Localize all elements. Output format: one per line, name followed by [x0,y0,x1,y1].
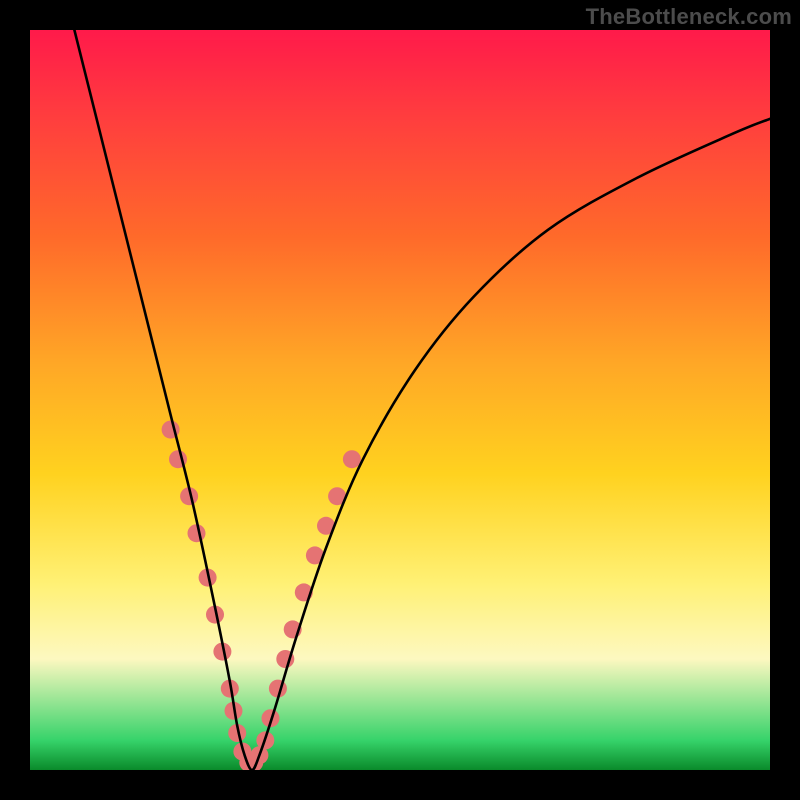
plot-area [30,30,770,770]
chart-svg [30,30,770,770]
highlight-dots-group [162,421,361,770]
watermark-text: TheBottleneck.com [586,4,792,30]
bottleneck-curve [74,30,770,770]
chart-container: TheBottleneck.com [0,0,800,800]
highlight-dot [343,450,361,468]
highlight-dot [188,524,206,542]
